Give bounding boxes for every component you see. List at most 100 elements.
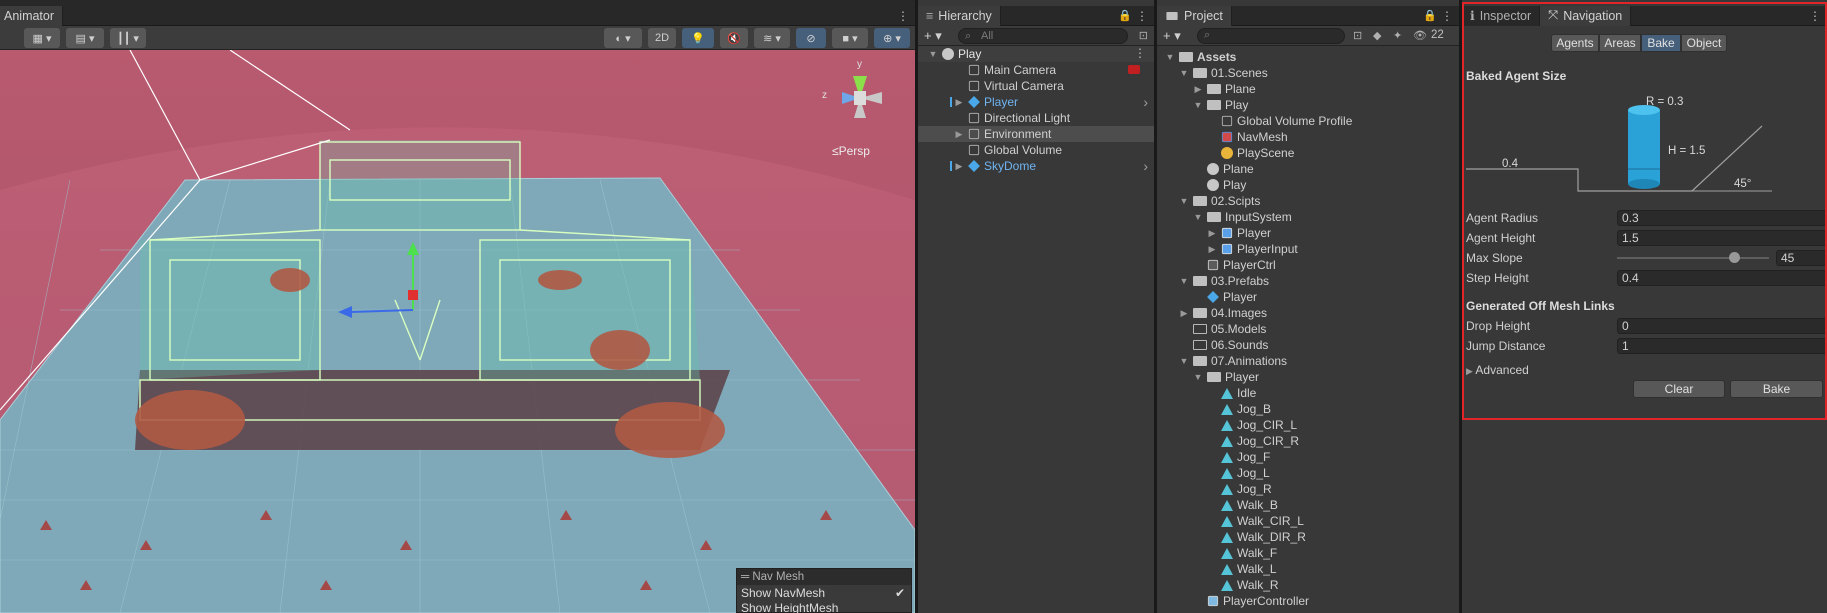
perspective-label[interactable]: ≤Persp: [832, 144, 870, 158]
project-item[interactable]: Plane: [1157, 161, 1459, 177]
project-item[interactable]: Player: [1157, 289, 1459, 305]
folder-icon: [1193, 308, 1207, 318]
hierarchy-item[interactable]: Virtual Camera: [918, 78, 1154, 94]
project-item[interactable]: Play: [1157, 177, 1459, 193]
expand-arrow-icon[interactable]: ▼: [1179, 196, 1189, 206]
expand-arrow-icon[interactable]: ▶: [954, 161, 964, 172]
expand-arrow-icon[interactable]: ▼: [1179, 276, 1189, 286]
project-item[interactable]: ▼ 02.Scipts: [1157, 193, 1459, 209]
gizmos-toggle-icon[interactable]: ⊕ ▾: [874, 28, 910, 48]
mode-2d-button[interactable]: 2D: [648, 28, 676, 48]
show-heightmesh-toggle[interactable]: Show HeightMesh: [737, 602, 911, 613]
expand-arrow-icon[interactable]: ▼: [1179, 68, 1189, 78]
audio-toggle-icon[interactable]: 🔇: [720, 28, 748, 48]
hierarchy-item[interactable]: Main Camera: [918, 62, 1154, 78]
project-item[interactable]: PlayScene: [1157, 145, 1459, 161]
project-item[interactable]: Jog_F: [1157, 449, 1459, 465]
expand-arrow-icon[interactable]: ▼: [1193, 100, 1203, 110]
expand-arrow-icon[interactable]: ▶: [954, 97, 964, 108]
project-item[interactable]: ▼ 07.Animations: [1157, 353, 1459, 369]
tab-hierarchy[interactable]: ≡ Hierarchy: [918, 5, 1001, 26]
expand-arrow-icon[interactable]: ▼: [1165, 52, 1175, 62]
open-prefab-icon[interactable]: ›: [1143, 158, 1148, 174]
project-item[interactable]: Jog_R: [1157, 481, 1459, 497]
search-by-type-icon[interactable]: ⊡: [1353, 29, 1362, 42]
project-item[interactable]: PlayerController: [1157, 593, 1459, 609]
project-item-label: Walk_DIR_R: [1237, 530, 1306, 544]
expand-arrow-icon[interactable]: ▶: [1207, 228, 1217, 239]
project-item[interactable]: Idle: [1157, 385, 1459, 401]
grid-toggle-button[interactable]: ▤ ▾: [66, 28, 104, 48]
expand-arrow-icon[interactable]: ▼: [1193, 372, 1203, 382]
tab-animator[interactable]: Animator: [0, 5, 64, 26]
hierarchy-item[interactable]: ▶ Player ›: [918, 94, 1154, 110]
project-item[interactable]: Walk_DIR_R: [1157, 529, 1459, 545]
project-item[interactable]: Jog_CIR_R: [1157, 433, 1459, 449]
expand-arrow-icon[interactable]: ▶: [954, 129, 964, 140]
project-search-input[interactable]: ⌕: [1197, 28, 1345, 44]
scene-more-icon[interactable]: ⋮: [1134, 46, 1146, 60]
project-item[interactable]: ▼ InputSystem: [1157, 209, 1459, 225]
hierarchy-search-input[interactable]: ⌕ All: [958, 28, 1128, 44]
scene-viewport[interactable]: y z ≤Persp ═ Nav Mesh Show NavMesh ✔ Sho…: [0, 50, 915, 613]
camera-settings-icon[interactable]: ■ ▾: [832, 28, 868, 48]
expand-arrow-icon[interactable]: ▶: [1179, 308, 1189, 319]
project-item[interactable]: ▼ Play: [1157, 97, 1459, 113]
project-item[interactable]: Jog_CIR_L: [1157, 417, 1459, 433]
grid-snap-button[interactable]: ▦ ▾: [24, 28, 60, 48]
create-dropdown-icon[interactable]: + ▾: [1163, 28, 1181, 44]
project-item[interactable]: ▶ 04.Images: [1157, 305, 1459, 321]
highlight-box: [1462, 2, 1827, 420]
project-item[interactable]: ▼ Player: [1157, 369, 1459, 385]
search-icon: ⌕: [965, 30, 972, 42]
more-options-icon[interactable]: ⋮: [897, 9, 909, 23]
project-item[interactable]: Walk_B: [1157, 497, 1459, 513]
tab-project[interactable]: Project: [1157, 5, 1232, 26]
project-item[interactable]: Jog_L: [1157, 465, 1459, 481]
project-item[interactable]: ▼ Assets: [1157, 49, 1459, 65]
expand-arrow-icon[interactable]: ▶: [1193, 84, 1203, 95]
project-item[interactable]: NavMesh: [1157, 129, 1459, 145]
hierarchy-item[interactable]: Directional Light: [918, 110, 1154, 126]
lock-icon[interactable]: 🔒: [1423, 9, 1437, 22]
project-item[interactable]: ▼ 03.Prefabs: [1157, 273, 1459, 289]
add-dropdown-icon[interactable]: + ▾: [924, 28, 942, 44]
hierarchy-item[interactable]: ▶ SkyDome ›: [918, 158, 1154, 174]
hierarchy-more-icon[interactable]: ⋮: [1136, 9, 1148, 23]
project-item[interactable]: Walk_L: [1157, 561, 1459, 577]
favorite-icon[interactable]: ✦: [1393, 29, 1402, 42]
hierarchy-item[interactable]: ▶ Environment: [918, 126, 1154, 142]
project-item[interactable]: PlayerCtrl: [1157, 257, 1459, 273]
hierarchy-item[interactable]: Global Volume: [918, 142, 1154, 158]
project-item[interactable]: Walk_F: [1157, 545, 1459, 561]
visibility-icon[interactable]: 👁: [1413, 29, 1427, 42]
project-item[interactable]: ▶ PlayerInput: [1157, 241, 1459, 257]
shading-mode-button[interactable]: ◐ ▾: [604, 28, 642, 48]
open-prefab-icon[interactable]: ›: [1143, 94, 1148, 110]
show-navmesh-toggle[interactable]: Show NavMesh ✔: [737, 585, 911, 602]
orientation-gizmo[interactable]: y z: [820, 56, 900, 136]
increment-snap-button[interactable]: ┃┃ ▾: [110, 28, 146, 48]
project-item[interactable]: 06.Sounds: [1157, 337, 1459, 353]
expand-arrow-icon[interactable]: ▼: [928, 49, 938, 59]
project-item[interactable]: 05.Models: [1157, 321, 1459, 337]
project-item[interactable]: Jog_B: [1157, 401, 1459, 417]
filter-by-label-icon[interactable]: ◆: [1373, 29, 1381, 42]
project-item[interactable]: ▼ 01.Scenes: [1157, 65, 1459, 81]
scene-root-row[interactable]: ▼ Play ⋮: [918, 46, 1154, 62]
effects-toggle-icon[interactable]: ≋ ▾: [754, 28, 790, 48]
expand-arrow-icon[interactable]: ▼: [1179, 356, 1189, 366]
project-item[interactable]: ▶ Player: [1157, 225, 1459, 241]
expand-arrow-icon[interactable]: ▼: [1193, 212, 1203, 222]
drag-handle-icon[interactable]: ═: [741, 571, 752, 583]
hidden-objects-icon[interactable]: ⊘: [796, 28, 826, 48]
project-item[interactable]: ▶ Plane: [1157, 81, 1459, 97]
project-item[interactable]: Walk_CIR_L: [1157, 513, 1459, 529]
project-more-icon[interactable]: ⋮: [1441, 9, 1453, 23]
project-item[interactable]: Global Volume Profile: [1157, 113, 1459, 129]
project-item[interactable]: Walk_R: [1157, 577, 1459, 593]
lock-icon[interactable]: 🔒: [1118, 9, 1132, 22]
search-filter-icon[interactable]: ⊡: [1139, 29, 1148, 42]
lighting-toggle-icon[interactable]: 💡: [682, 28, 714, 48]
expand-arrow-icon[interactable]: ▶: [1207, 244, 1217, 255]
